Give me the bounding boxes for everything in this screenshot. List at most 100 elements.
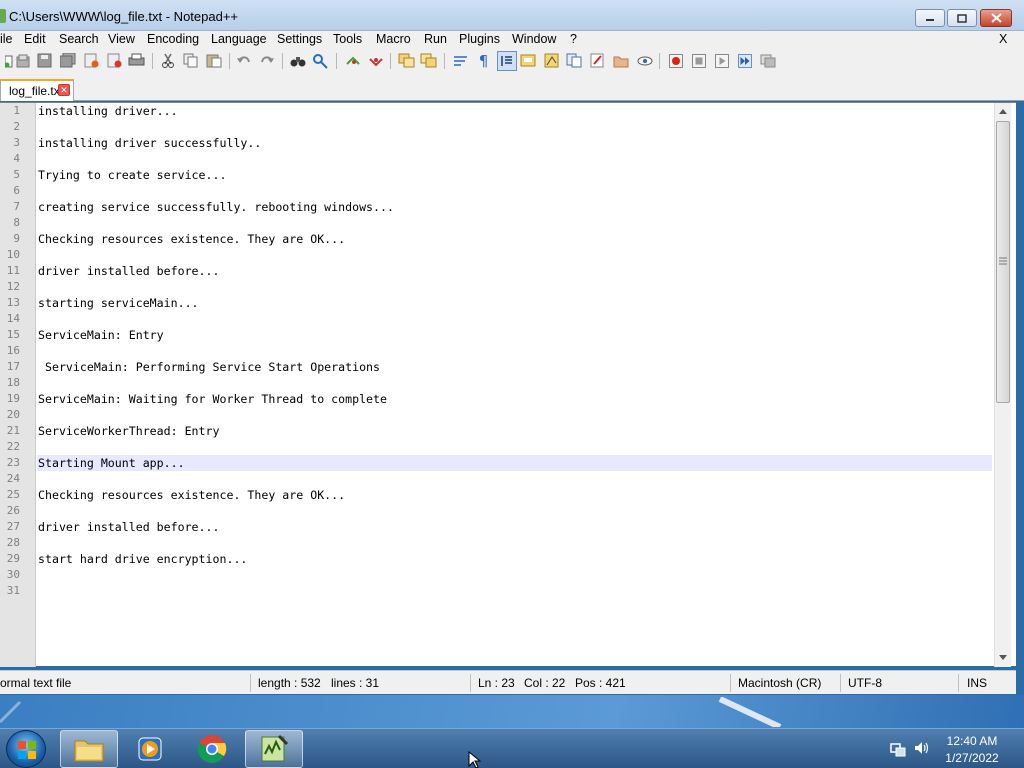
text-line[interactable]: ServiceMain: Performing Service Start Op… bbox=[38, 359, 380, 375]
menu-plugins[interactable]: Plugins bbox=[459, 32, 500, 46]
volume-icon[interactable] bbox=[913, 740, 931, 756]
line-number[interactable]: 19 bbox=[0, 391, 20, 407]
menu-macro[interactable]: Macro bbox=[376, 32, 411, 46]
menu-language[interactable]: Language bbox=[211, 32, 267, 46]
system-clock[interactable]: 12:40 AM 1/27/2022 bbox=[932, 733, 1012, 767]
show-all-characters-button[interactable]: ¶ bbox=[475, 52, 492, 70]
maximize-button[interactable] bbox=[947, 9, 977, 27]
copy-button[interactable] bbox=[182, 52, 199, 69]
save-macro-button[interactable] bbox=[759, 52, 776, 69]
taskbar-file-explorer[interactable] bbox=[60, 730, 118, 768]
tab-log-file[interactable]: log_file.txt ✕ bbox=[0, 79, 74, 101]
line-number[interactable]: 3 bbox=[0, 135, 20, 151]
menu-encoding[interactable]: Encoding bbox=[147, 32, 199, 46]
line-number[interactable]: 2 bbox=[0, 119, 20, 135]
line-number[interactable]: 12 bbox=[0, 279, 20, 295]
user-defined-language-button[interactable] bbox=[520, 52, 537, 69]
menu-file[interactable]: ile bbox=[0, 32, 13, 46]
preview-button[interactable] bbox=[636, 52, 653, 69]
line-number[interactable]: 30 bbox=[0, 567, 20, 583]
line-number[interactable]: 1 bbox=[0, 103, 20, 119]
close-document-x[interactable]: X bbox=[999, 32, 1007, 46]
line-number[interactable]: 5 bbox=[0, 167, 20, 183]
scroll-up-icon[interactable] bbox=[999, 109, 1007, 114]
document-map-button[interactable] bbox=[543, 52, 560, 69]
line-number[interactable]: 21 bbox=[0, 423, 20, 439]
play-macro-button[interactable] bbox=[713, 52, 730, 69]
menu-search[interactable]: Search bbox=[59, 32, 99, 46]
indent-guide-button[interactable] bbox=[497, 51, 517, 71]
find-button[interactable] bbox=[289, 52, 306, 69]
scroll-down-icon[interactable] bbox=[999, 655, 1007, 660]
line-number[interactable]: 6 bbox=[0, 183, 20, 199]
line-number[interactable]: 10 bbox=[0, 247, 20, 263]
menu-help[interactable]: ? bbox=[570, 32, 577, 46]
text-line[interactable]: creating service successfully. rebooting… bbox=[38, 199, 394, 215]
paste-button[interactable] bbox=[205, 52, 222, 69]
stop-macro-button[interactable] bbox=[690, 52, 707, 69]
line-number[interactable]: 13 bbox=[0, 295, 20, 311]
undo-button[interactable] bbox=[235, 52, 252, 69]
line-number[interactable]: 8 bbox=[0, 215, 20, 231]
line-number[interactable]: 15 bbox=[0, 327, 20, 343]
line-number[interactable]: 11 bbox=[0, 263, 20, 279]
line-number[interactable]: 31 bbox=[0, 583, 20, 599]
text-line[interactable]: installing driver... bbox=[38, 103, 178, 119]
print-button[interactable] bbox=[128, 52, 145, 69]
line-number[interactable]: 28 bbox=[0, 535, 20, 551]
menu-window[interactable]: Window bbox=[512, 32, 556, 46]
line-number[interactable]: 4 bbox=[0, 151, 20, 167]
text-line[interactable]: ServiceMain: Waiting for Worker Thread t… bbox=[38, 391, 387, 407]
taskbar-media-player[interactable] bbox=[121, 730, 179, 768]
editor-area[interactable]: 1 2 3 4 5 6 7 8 9 10 11 12 13 14 15 16 17 18 19 20 21 22 23 24 2… bbox=[0, 102, 1016, 667]
line-number[interactable]: 9 bbox=[0, 231, 20, 247]
save-button[interactable] bbox=[36, 52, 53, 69]
line-number[interactable]: 14 bbox=[0, 311, 20, 327]
taskbar-chrome[interactable] bbox=[183, 730, 241, 768]
folder-as-workspace-button[interactable] bbox=[589, 52, 606, 69]
run-macro-multiple-button[interactable] bbox=[736, 52, 753, 69]
text-line[interactable]: driver installed before... bbox=[38, 519, 219, 535]
line-number[interactable]: 24 bbox=[0, 471, 20, 487]
menu-settings[interactable]: Settings bbox=[277, 32, 322, 46]
line-number[interactable]: 18 bbox=[0, 375, 20, 391]
line-number[interactable]: 20 bbox=[0, 407, 20, 423]
vertical-scrollbar[interactable] bbox=[994, 103, 1011, 667]
text-line[interactable]: ServiceMain: Entry bbox=[38, 327, 164, 343]
start-button[interactable] bbox=[6, 730, 46, 768]
save-all-button[interactable] bbox=[59, 52, 76, 69]
monitoring-button[interactable] bbox=[612, 52, 629, 69]
line-number[interactable]: 25 bbox=[0, 487, 20, 503]
line-number[interactable]: 26 bbox=[0, 503, 20, 519]
open-file-button[interactable] bbox=[15, 52, 32, 69]
redo-button[interactable] bbox=[258, 52, 275, 69]
network-icon[interactable] bbox=[890, 741, 906, 757]
line-number[interactable]: 17 bbox=[0, 359, 20, 375]
sync-horizontal-button[interactable] bbox=[420, 52, 437, 69]
line-number[interactable]: 29 bbox=[0, 551, 20, 567]
line-number[interactable]: 22 bbox=[0, 439, 20, 455]
scrollbar-thumb[interactable] bbox=[996, 121, 1010, 403]
sync-vertical-button[interactable] bbox=[398, 52, 415, 69]
title-bar[interactable]: C:\Users\WWW\log_file.txt - Notepad++ bbox=[0, 0, 1024, 31]
zoom-in-button[interactable] bbox=[344, 52, 361, 69]
menu-tools[interactable]: Tools bbox=[333, 32, 362, 46]
text-line[interactable]: Checking resources existence. They are O… bbox=[38, 487, 345, 503]
replace-button[interactable] bbox=[312, 52, 329, 69]
text-line[interactable]: starting serviceMain... bbox=[38, 295, 199, 311]
word-wrap-button[interactable] bbox=[452, 52, 469, 69]
close-all-button[interactable] bbox=[106, 52, 123, 69]
text-line[interactable]: driver installed before... bbox=[38, 263, 219, 279]
line-number[interactable]: 16 bbox=[0, 343, 20, 359]
record-macro-button[interactable] bbox=[667, 52, 684, 69]
line-number[interactable]: 7 bbox=[0, 199, 20, 215]
line-number[interactable]: 23 bbox=[0, 455, 20, 471]
zoom-out-button[interactable] bbox=[367, 52, 384, 69]
text-line[interactable]: ServiceWorkerThread: Entry bbox=[38, 423, 219, 439]
line-number[interactable]: 27 bbox=[0, 519, 20, 535]
text-line[interactable]: installing driver successfully.. bbox=[38, 135, 261, 151]
text-line[interactable]: start hard drive encryption... bbox=[38, 551, 247, 567]
minimize-button[interactable] bbox=[915, 9, 945, 27]
close-window-button[interactable] bbox=[980, 9, 1012, 27]
text-line[interactable]: Trying to create service... bbox=[38, 167, 226, 183]
